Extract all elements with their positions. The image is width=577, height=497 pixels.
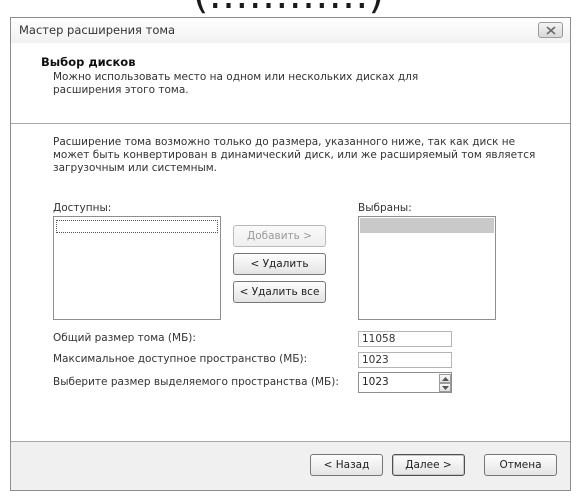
spin-down-button[interactable] [439, 383, 451, 392]
selected-disk-item[interactable]: Диск 0 1023 (null) [360, 218, 505, 246]
window-title: Мастер расширения тома [19, 23, 176, 37]
caption-strip: (…………) [0, 0, 577, 18]
total-size-label: Общий размер тома (МБ): [53, 332, 196, 344]
next-button[interactable]: Далее > [392, 454, 465, 476]
spin-up-button[interactable] [439, 374, 451, 383]
wizard-header: Выбор дисков Можно использовать место на… [11, 43, 570, 124]
available-focus-row [56, 220, 218, 233]
selected-disks-list[interactable]: Диск 0 1023 (null) [358, 216, 505, 320]
add-button[interactable]: Добавить > [233, 225, 326, 247]
selected-label: Выбраны: [358, 202, 412, 214]
back-button[interactable]: < Назад [310, 454, 383, 476]
spin-down-arrow-icon [442, 386, 449, 390]
select-space-label: Выберите размер выделяемого пространства… [53, 376, 339, 388]
wizard-body: Расширение тома возможно только до разме… [11, 124, 570, 441]
remove-button[interactable]: < Удалить [233, 253, 326, 275]
spin-up-arrow-icon [442, 377, 449, 381]
intro-text: Расширение тома возможно только до разме… [53, 136, 536, 174]
header-description: Можно использовать место на одном или не… [53, 71, 419, 96]
remove-all-button[interactable]: < Удалить все [233, 281, 326, 303]
close-button[interactable] [538, 22, 563, 38]
wizard-window: Мастер расширения тома Выбор дисков Можн… [10, 17, 571, 491]
select-space-input[interactable]: 1023 [358, 372, 452, 393]
caption-text: (…………) [0, 0, 577, 17]
close-icon [546, 26, 556, 35]
wizard-footer: < Назад Далее > Отмена [11, 442, 570, 490]
header-title: Выбор дисков [41, 55, 136, 69]
selected-disk-size: 1023 (null) [447, 234, 506, 246]
available-label: Доступны: [53, 202, 112, 214]
max-space-label: Максимальное доступное пространство (МБ)… [53, 353, 308, 365]
available-disks-list[interactable] [53, 216, 221, 320]
selected-disk-name: Диск 0 [390, 234, 428, 246]
title-bar: Мастер расширения тома [11, 18, 570, 43]
cancel-button[interactable]: Отмена [484, 454, 557, 476]
max-space-value: 1023 [358, 352, 452, 368]
total-size-value: 11058 [358, 331, 452, 347]
select-space-spinner[interactable] [439, 374, 451, 392]
